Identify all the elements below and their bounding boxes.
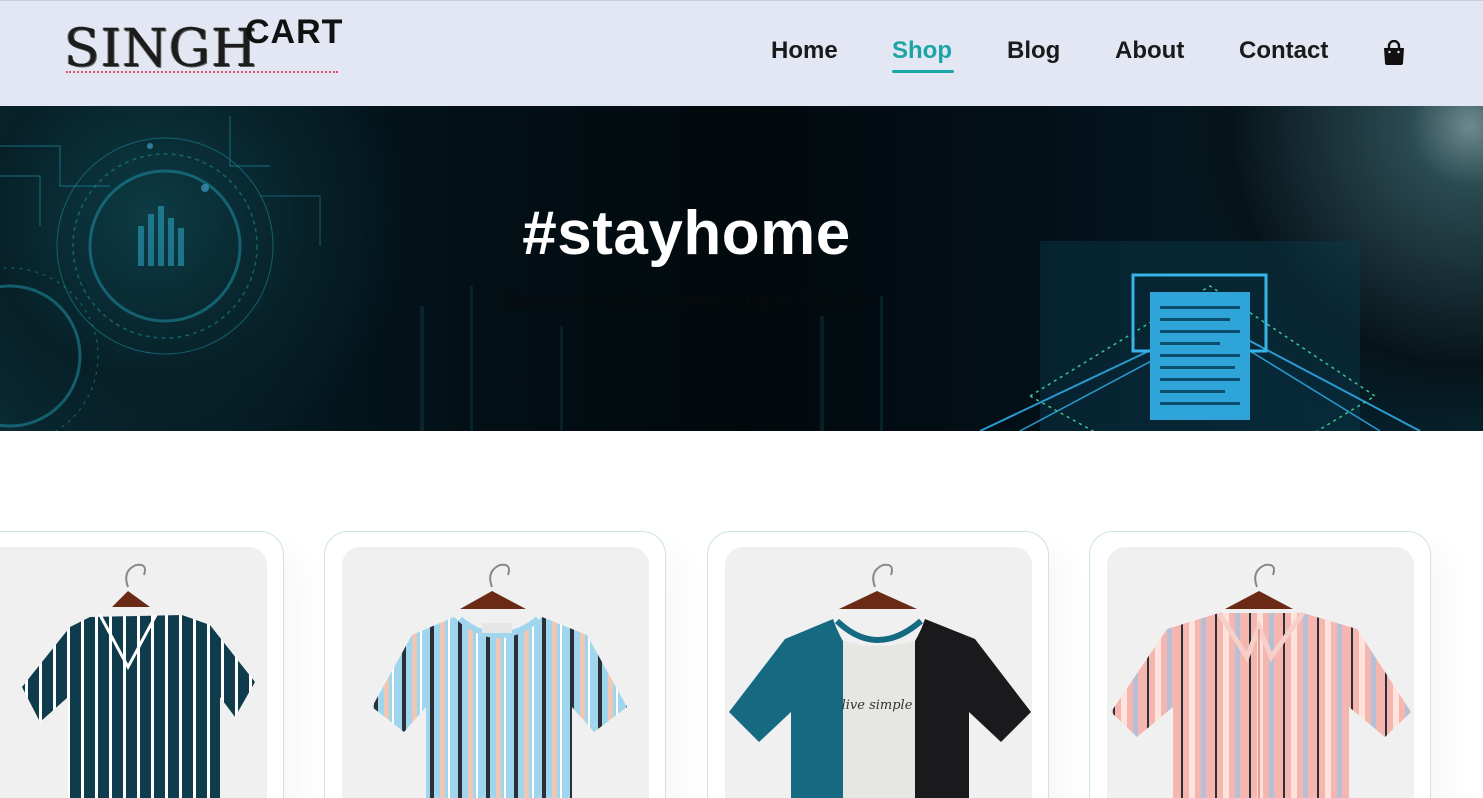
shirt-image-light-blue-striped [372,563,627,798]
product-image[interactable]: live simple [725,547,1032,798]
product-grid: live simple [0,531,1483,798]
shirt-image-dark-teal-striped [22,563,255,798]
shirt-print-text: live simple [842,698,913,713]
hero-subtitle: Save more with coupons & up to 70% off! [503,290,870,312]
product-card[interactable]: live simple [707,531,1049,798]
nav-shop[interactable]: Shop [892,37,952,65]
shirt-image-teal-black-colorblock: live simple [729,563,1031,798]
main-nav: Home Shop Blog About Contact [0,37,1483,77]
hero-title: #stayhome [522,199,851,268]
product-card[interactable] [324,531,666,798]
product-image[interactable] [342,547,649,798]
product-card[interactable] [0,531,284,798]
shopping-bag-icon[interactable] [1382,40,1406,66]
nav-active-underline [892,70,954,73]
nav-blog[interactable]: Blog [1007,37,1060,65]
product-image[interactable] [0,547,267,798]
product-card[interactable] [1089,531,1431,798]
site-header: SINGH CART Home Shop Blog About Contact [0,0,1483,106]
shirt-image-pink-striped [1111,563,1411,798]
product-image[interactable] [1107,547,1414,798]
hero-banner: #stayhome Save more with coupons & up to… [0,106,1483,431]
nav-home[interactable]: Home [771,37,838,65]
nav-contact[interactable]: Contact [1239,37,1328,65]
nav-about[interactable]: About [1115,37,1184,65]
